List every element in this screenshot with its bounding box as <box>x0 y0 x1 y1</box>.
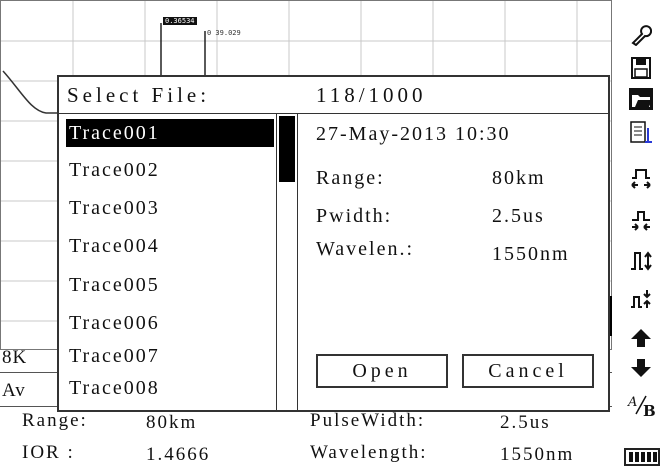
file-list-icon[interactable] <box>626 120 656 146</box>
range-label: Range: <box>22 410 88 431</box>
save-icon[interactable] <box>626 55 656 81</box>
svg-text:A: A <box>627 395 637 410</box>
detail-pwidth-label: Pwidth: <box>316 205 393 227</box>
file-item[interactable]: Trace007 <box>66 342 274 370</box>
file-item[interactable]: Trace006 <box>66 309 274 337</box>
scrollbar-thumb[interactable] <box>279 116 295 182</box>
dialog-title: Select File: <box>67 83 211 107</box>
marker-a-label: 0.36534 <box>163 17 197 25</box>
average-hint: Av <box>2 380 26 401</box>
file-item[interactable]: Trace005 <box>66 271 274 299</box>
detail-wavelen-value: 1550nm <box>492 243 570 265</box>
pulse-shrink-icon[interactable] <box>626 208 656 234</box>
detail-wavelen-label: Wavelen.: <box>316 238 415 260</box>
a-b-marker-icon[interactable]: AB <box>626 392 660 418</box>
detail-pwidth-value: 2.5us <box>492 205 545 227</box>
file-item[interactable]: Trace001 <box>66 119 274 147</box>
range-value: 80km <box>146 412 198 433</box>
file-datetime: 27-May-2013 10:30 <box>316 123 511 145</box>
battery-icon <box>624 448 660 466</box>
file-item[interactable]: Trace002 <box>66 156 274 184</box>
file-item[interactable]: Trace004 <box>66 232 274 260</box>
ior-label: IOR : <box>22 442 75 463</box>
pulse-up-icon[interactable] <box>626 248 656 274</box>
file-item[interactable]: Trace003 <box>66 194 274 222</box>
marker-b-label: 0 39.029 <box>207 29 241 37</box>
pulse-expand-icon[interactable] <box>626 166 656 192</box>
trace-curve <box>2 70 59 114</box>
wavelength-value: 1550nm <box>500 444 575 465</box>
file-counter: 118/1000 <box>316 83 427 107</box>
pulsewidth-value: 2.5us <box>500 412 551 433</box>
detail-range-value: 80km <box>492 167 546 189</box>
pulse-adjust-icon[interactable] <box>626 286 656 312</box>
resolution-hint: 8K <box>2 347 28 368</box>
detail-range-label: Range: <box>316 167 385 189</box>
arrow-down-icon[interactable] <box>626 355 656 381</box>
otdr-screen: 0.36534 0 39.029 8K Av Range: 80km Pulse… <box>0 0 663 473</box>
arrow-up-icon[interactable] <box>626 325 656 351</box>
cancel-button[interactable]: Cancel <box>462 354 594 388</box>
open-folder-icon[interactable] <box>626 86 656 112</box>
file-list-scrollbar[interactable] <box>277 114 298 410</box>
file-item[interactable]: Trace008 <box>66 374 274 402</box>
wavelength-label: Wavelength: <box>310 442 428 463</box>
svg-text:B: B <box>643 402 656 418</box>
file-list: Trace001 Trace002 Trace003 Trace004 Trac… <box>60 114 277 410</box>
ior-value: 1.4666 <box>146 444 211 465</box>
pulsewidth-label: PulseWidth: <box>310 410 426 431</box>
open-button[interactable]: Open <box>316 354 448 388</box>
wrench-icon[interactable] <box>626 22 656 48</box>
